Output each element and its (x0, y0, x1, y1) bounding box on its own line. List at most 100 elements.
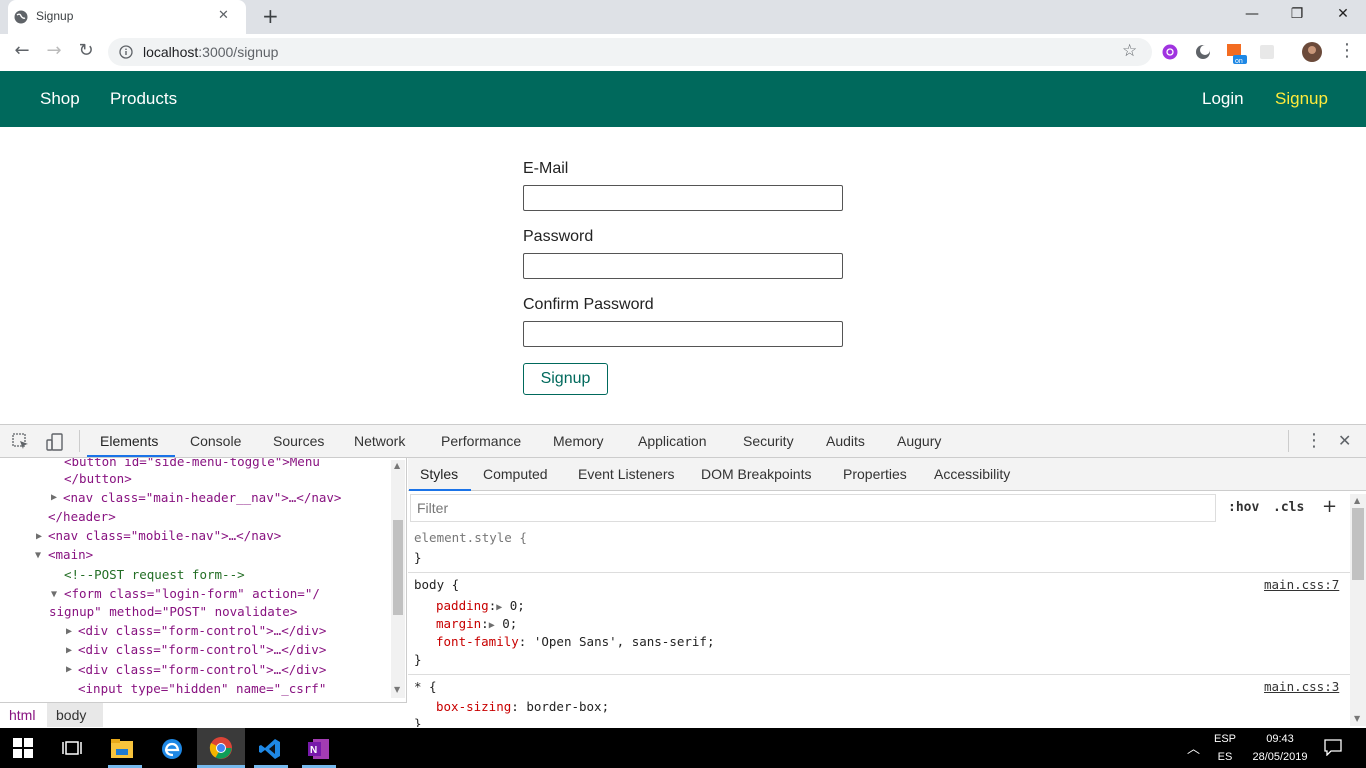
forward-icon[interactable]: → (43, 40, 65, 61)
padding-declaration[interactable]: padding:▶ 0; (436, 598, 525, 613)
vscode-icon[interactable] (258, 737, 282, 761)
back-icon[interactable]: ← (11, 40, 33, 61)
tray-chevron-up-icon[interactable]: ︿ (1187, 738, 1200, 757)
tab-computed[interactable]: Computed (483, 466, 548, 482)
email-field[interactable] (523, 185, 843, 211)
styles-scrollbar-thumb[interactable] (1352, 508, 1364, 580)
windows-start-icon[interactable] (13, 738, 33, 758)
dom-node-main-nav[interactable]: <nav class="main-header__nav">…</nav> (63, 490, 341, 505)
password-field[interactable] (523, 253, 843, 279)
chrome-icon[interactable] (209, 736, 233, 760)
tab-memory[interactable]: Memory (553, 433, 604, 449)
devtools-close-icon[interactable]: ✕ (1338, 431, 1351, 450)
expand-triangle-icon[interactable]: ▶ (66, 645, 72, 656)
dom-node-hidden-input[interactable]: <input type="hidden" name="_csrf" (78, 681, 326, 696)
star-icon[interactable]: ☆ (1122, 41, 1137, 61)
font-family-declaration[interactable]: font-family: 'Open Sans', sans-serif; (436, 634, 714, 649)
hov-toggle[interactable]: :hov (1228, 500, 1259, 515)
tab-audits[interactable]: Audits (826, 433, 865, 449)
margin-declaration[interactable]: margin:▶ 0; (436, 616, 517, 631)
device-toolbar-icon[interactable] (45, 432, 65, 452)
confirm-password-field[interactable] (523, 321, 843, 347)
margin-value[interactable]: 0; (502, 616, 517, 631)
dom-scrollbar-thumb[interactable] (393, 520, 403, 615)
reload-icon[interactable]: ↻ (75, 40, 97, 61)
element-style-selector[interactable]: element.style { (414, 530, 527, 545)
scroll-up-icon[interactable]: ▲ (394, 461, 400, 470)
dom-node-form[interactable]: <form class="login-form" action="/ (64, 586, 320, 601)
nav-link-shop[interactable]: Shop (40, 89, 80, 109)
expand-triangle-icon[interactable]: ▶ (66, 626, 72, 637)
box-sizing-declaration[interactable]: box-sizing: border-box; (436, 699, 609, 714)
info-icon[interactable] (119, 45, 133, 59)
breadcrumb-body[interactable]: body (56, 707, 86, 723)
tab-console[interactable]: Console (190, 433, 241, 449)
universal-selector[interactable]: * { (414, 679, 437, 694)
tab-network[interactable]: Network (354, 433, 405, 449)
dom-node-button-close[interactable]: </button> (64, 471, 132, 486)
expand-triangle-icon[interactable]: ▶ (51, 492, 57, 503)
maximize-button[interactable]: ❐ (1274, 6, 1320, 22)
dom-node-button[interactable]: <button id="side-menu-toggle">Menu (64, 458, 320, 469)
extension-icon-purple[interactable] (1162, 44, 1178, 60)
scroll-down-icon[interactable]: ▼ (1354, 714, 1360, 723)
universal-rule-source-link[interactable]: main.css:3 (1264, 679, 1339, 694)
file-explorer-icon[interactable] (110, 737, 134, 761)
new-style-rule-button[interactable]: + (1322, 496, 1337, 517)
tab-properties[interactable]: Properties (843, 466, 907, 482)
tab-security[interactable]: Security (743, 433, 794, 449)
clock-time[interactable]: 09:43 (1250, 733, 1310, 745)
expand-triangle-icon[interactable]: ▶ (489, 620, 495, 631)
dark-mode-icon[interactable] (1195, 44, 1211, 60)
font-family-value[interactable]: 'Open Sans', sans-serif; (534, 634, 715, 649)
devtools-menu-icon[interactable]: ⋮ (1305, 430, 1323, 451)
extension-icon-on[interactable]: on (1226, 43, 1248, 65)
extension-icon-grey[interactable] (1259, 44, 1275, 60)
cls-toggle[interactable]: .cls (1273, 500, 1304, 515)
task-view-icon[interactable] (61, 737, 83, 759)
expand-triangle-icon[interactable]: ▶ (66, 664, 72, 675)
expand-triangle-icon[interactable]: ▶ (36, 531, 42, 542)
dom-node-form-control[interactable]: <div class="form-control">…</div> (78, 642, 326, 657)
input-language-top[interactable]: ESP (1214, 733, 1236, 745)
dom-node-form-control[interactable]: <div class="form-control">…</div> (78, 623, 326, 638)
nav-link-login[interactable]: Login (1202, 89, 1244, 109)
tab-augury[interactable]: Augury (897, 433, 941, 449)
dom-node-form-cont[interactable]: signup" method="POST" novalidate> (49, 604, 297, 619)
signup-submit-button[interactable]: Signup (523, 363, 608, 395)
styles-filter-input[interactable] (410, 494, 1216, 522)
close-window-button[interactable]: ✕ (1320, 6, 1366, 22)
inspect-element-icon[interactable] (12, 433, 30, 451)
nav-link-signup[interactable]: Signup (1275, 89, 1328, 109)
breadcrumb-html[interactable]: html (9, 707, 35, 723)
tab-sources[interactable]: Sources (273, 433, 324, 449)
body-rule-source-link[interactable]: main.css:7 (1264, 577, 1339, 592)
minimize-button[interactable]: — (1229, 6, 1275, 22)
padding-value[interactable]: 0; (510, 598, 525, 613)
dom-node-mobile-nav[interactable]: <nav class="mobile-nav">…</nav> (48, 528, 281, 543)
dom-node-header-close[interactable]: </header> (48, 509, 116, 524)
tab-accessibility[interactable]: Accessibility (934, 466, 1010, 482)
tab-event-listeners[interactable]: Event Listeners (578, 466, 675, 482)
tab-dom-breakpoints[interactable]: DOM Breakpoints (701, 466, 811, 482)
tab-elements[interactable]: Elements (100, 433, 158, 449)
profile-avatar[interactable] (1302, 42, 1322, 62)
expand-triangle-icon[interactable]: ▶ (496, 602, 502, 613)
tab-performance[interactable]: Performance (441, 433, 521, 449)
tab-close-icon[interactable]: ✕ (218, 8, 229, 23)
collapse-triangle-icon[interactable]: ▼ (51, 589, 57, 600)
dom-node-comment[interactable]: <!--POST request form--> (64, 567, 245, 582)
onenote-icon[interactable]: N (307, 737, 331, 761)
dom-node-form-control[interactable]: <div class="form-control">…</div> (78, 662, 326, 677)
nav-link-products[interactable]: Products (110, 89, 177, 109)
notification-center-icon[interactable] (1324, 738, 1342, 756)
dom-tree-pane[interactable]: <button id="side-menu-toggle">Menu </but… (0, 458, 407, 728)
input-language-bottom[interactable]: ES (1214, 751, 1236, 763)
edge-icon[interactable] (160, 737, 184, 761)
tab-styles[interactable]: Styles (420, 466, 458, 482)
menu-icon[interactable]: ⋮ (1338, 40, 1356, 61)
clock-date[interactable]: 28/05/2019 (1246, 751, 1314, 763)
body-selector[interactable]: body { (414, 577, 459, 592)
scroll-down-icon[interactable]: ▼ (394, 685, 400, 694)
tab-application[interactable]: Application (638, 433, 707, 449)
